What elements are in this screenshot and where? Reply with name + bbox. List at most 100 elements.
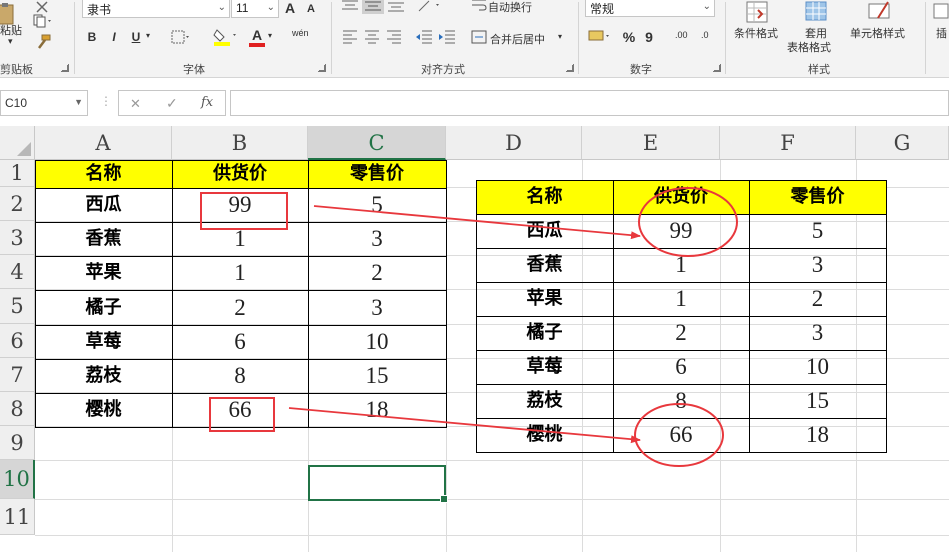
underline-dropdown-icon[interactable]: ▾ [146,31,150,40]
formula-bar-grip-icon: ⋮ [100,94,112,108]
row-header-6[interactable]: 6 [0,324,35,358]
italic-button[interactable]: I [106,28,122,46]
row-header-5[interactable]: 5 [0,289,35,324]
merge-dropdown-icon[interactable]: ▾ [558,32,562,41]
merge-center-button[interactable]: 合并后居中 [490,31,545,47]
bold-label: B [87,30,97,44]
formula-buttons: ✕ ✓ fx [118,90,226,116]
clipboard-group-label: 剪贴板 [0,64,33,76]
insert-cells-button[interactable]: 插 [936,25,947,41]
clipboard-launcher-icon[interactable] [61,64,69,72]
table-outer-border [476,180,887,453]
grow-font-button[interactable]: A [282,0,298,17]
align-right-icon[interactable] [385,28,403,44]
decrease-indent-icon[interactable] [414,28,434,44]
grow-font-label: A [284,0,296,16]
group-separator [74,2,75,74]
orientation-icon[interactable] [416,0,442,14]
chevron-down-icon: ⌄ [702,1,711,12]
number-format-select[interactable]: 常规 ⌄ [585,0,715,17]
font-color-button[interactable]: A [250,26,264,44]
row-header-10[interactable]: 10 [0,460,35,499]
increase-decimal-button[interactable]: .00 [675,30,688,40]
fill-color-icon[interactable] [212,26,238,46]
ribbon: 粘贴 ▾ 剪贴板 隶书 ⌄ 11 ⌄ A A B I U ▾ A ▾ wén 字… [0,0,949,78]
cell-styles-button[interactable]: 单元格样式 [850,25,905,41]
align-middle-icon [365,1,381,11]
formula-input[interactable] [230,90,949,116]
conditional-format-icon[interactable] [744,0,772,26]
cancel-button[interactable]: ✕ [130,96,141,112]
alignment-group-label: 对齐方式 [421,64,465,76]
row-header-8[interactable]: 8 [0,392,35,426]
insert-function-button[interactable]: fx [201,95,213,110]
column-header-b[interactable]: B [172,126,308,160]
row-header-7[interactable]: 7 [0,358,35,392]
italic-label: I [112,30,116,44]
name-box[interactable]: C10 ▼ [0,90,88,116]
select-all-corner[interactable] [0,126,35,160]
conditional-format-button[interactable]: 条件格式 [734,25,778,41]
font-launcher-icon[interactable] [318,64,326,72]
format-as-table-icon[interactable] [803,0,831,24]
decrease-decimal-button[interactable]: .0 [701,30,709,40]
highlight-box-66 [209,397,275,432]
underline-button[interactable]: U [128,28,144,46]
column-header-c[interactable]: C [308,126,446,160]
row-header-1[interactable]: 1 [0,160,35,187]
column-header-a[interactable]: A [35,126,172,160]
font-color-dropdown-icon[interactable]: ▾ [268,31,272,40]
styles-group-label: 样式 [808,64,830,76]
font-name-select[interactable]: 隶书 ⌄ [82,0,230,18]
row-header-3[interactable]: 3 [0,221,35,255]
chevron-down-icon: ▼ [74,97,83,107]
comma-style-button[interactable]: 9 [642,28,656,46]
column-header-f[interactable]: F [720,126,856,160]
copy-icon[interactable] [32,13,54,29]
active-cell-c10[interactable] [308,465,448,503]
insert-cells-icon[interactable] [932,0,949,22]
column-header-g[interactable]: G [856,126,949,160]
merge-center-icon[interactable] [470,29,488,45]
wrap-text-icon[interactable] [470,0,488,13]
number-group-label: 数字 [630,64,652,76]
chevron-down-icon: ⌄ [266,2,275,13]
font-name-value: 隶书 [87,3,112,17]
currency-icon[interactable] [587,27,611,45]
font-size-select[interactable]: 11 ⌄ [231,0,279,18]
format-as-table-label-2[interactable]: 表格格式 [787,39,831,55]
column-header-d[interactable]: D [446,126,582,160]
format-painter-icon[interactable] [34,34,52,50]
number-launcher-icon[interactable] [713,64,721,72]
font-color-label: A [251,27,263,43]
alignment-launcher-icon[interactable] [566,64,574,72]
border-icon[interactable] [170,28,190,46]
align-center-icon[interactable] [363,28,381,44]
row-header-11[interactable]: 11 [0,499,35,535]
row-header-2[interactable]: 2 [0,187,35,221]
align-left-icon[interactable] [341,28,359,44]
phonetic-button[interactable]: wén [292,28,309,38]
font-size-value: 11 [236,1,249,15]
shrink-font-label: A [307,3,315,15]
align-bottom-icon[interactable] [386,0,406,14]
cell-styles-icon[interactable] [866,0,894,24]
group-separator [578,2,579,74]
row-header-9[interactable]: 9 [0,426,35,460]
shrink-font-button[interactable]: A [304,0,318,18]
highlight-box-99 [200,192,288,230]
bold-button[interactable]: B [84,28,100,46]
column-header-e[interactable]: E [582,126,720,160]
group-separator [725,2,726,74]
wrap-text-button[interactable]: 自动换行 [488,0,532,15]
enter-button[interactable]: ✓ [166,95,178,112]
row-header-4[interactable]: 4 [0,255,35,289]
align-top-icon[interactable] [340,0,360,14]
cut-icon[interactable] [34,0,50,14]
percent-label: % [622,29,636,45]
paste-button[interactable]: 粘贴 ▾ [0,0,30,52]
paste-dropdown-icon[interactable]: ▾ [8,36,13,47]
increase-indent-icon[interactable] [437,28,457,44]
group-separator [925,2,926,74]
percent-button[interactable]: % [622,28,636,46]
